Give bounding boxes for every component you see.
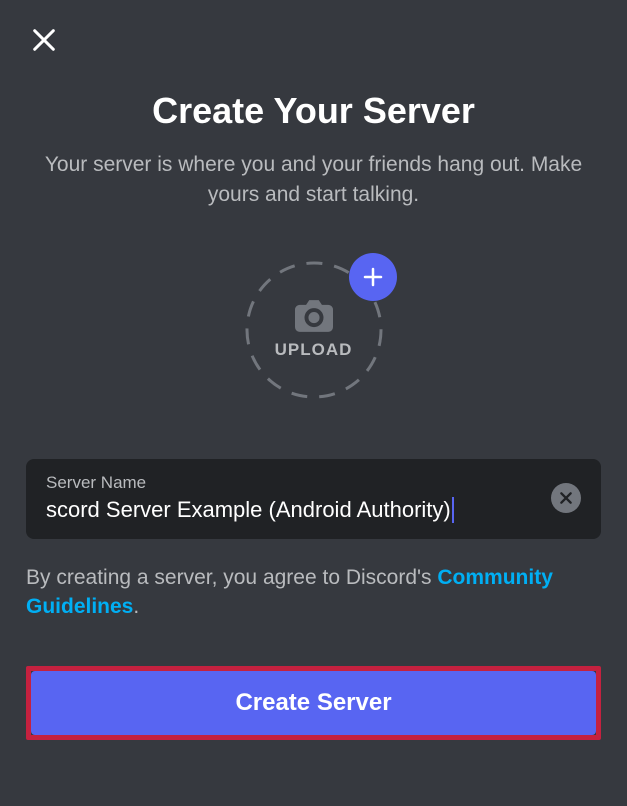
- camera-icon: [295, 300, 333, 332]
- plus-icon: [361, 265, 385, 289]
- server-name-input[interactable]: scord Server Example (Android Authority): [46, 497, 535, 523]
- clear-input-button[interactable]: [551, 483, 581, 513]
- upload-label: UPLOAD: [275, 340, 353, 360]
- server-name-input-container[interactable]: Server Name scord Server Example (Androi…: [26, 459, 601, 539]
- page-title: Create Your Server: [0, 90, 627, 132]
- text-cursor: [452, 497, 454, 523]
- create-button-highlight: Create Server: [26, 666, 601, 740]
- agreement-text: By creating a server, you agree to Disco…: [0, 563, 627, 622]
- close-icon: [558, 490, 574, 506]
- upload-avatar-button[interactable]: UPLOAD: [243, 259, 385, 401]
- create-server-button[interactable]: Create Server: [31, 671, 596, 735]
- agreement-prefix: By creating a server, you agree to Disco…: [26, 566, 437, 589]
- page-subtitle: Your server is where you and your friend…: [0, 150, 627, 211]
- close-button[interactable]: [28, 24, 60, 56]
- server-name-value: scord Server Example (Android Authority): [46, 497, 451, 523]
- close-icon: [30, 26, 58, 54]
- server-name-label: Server Name: [46, 473, 535, 493]
- plus-badge: [349, 253, 397, 301]
- agreement-suffix: .: [133, 595, 139, 618]
- create-server-form: Create Your Server Your server is where …: [0, 0, 627, 740]
